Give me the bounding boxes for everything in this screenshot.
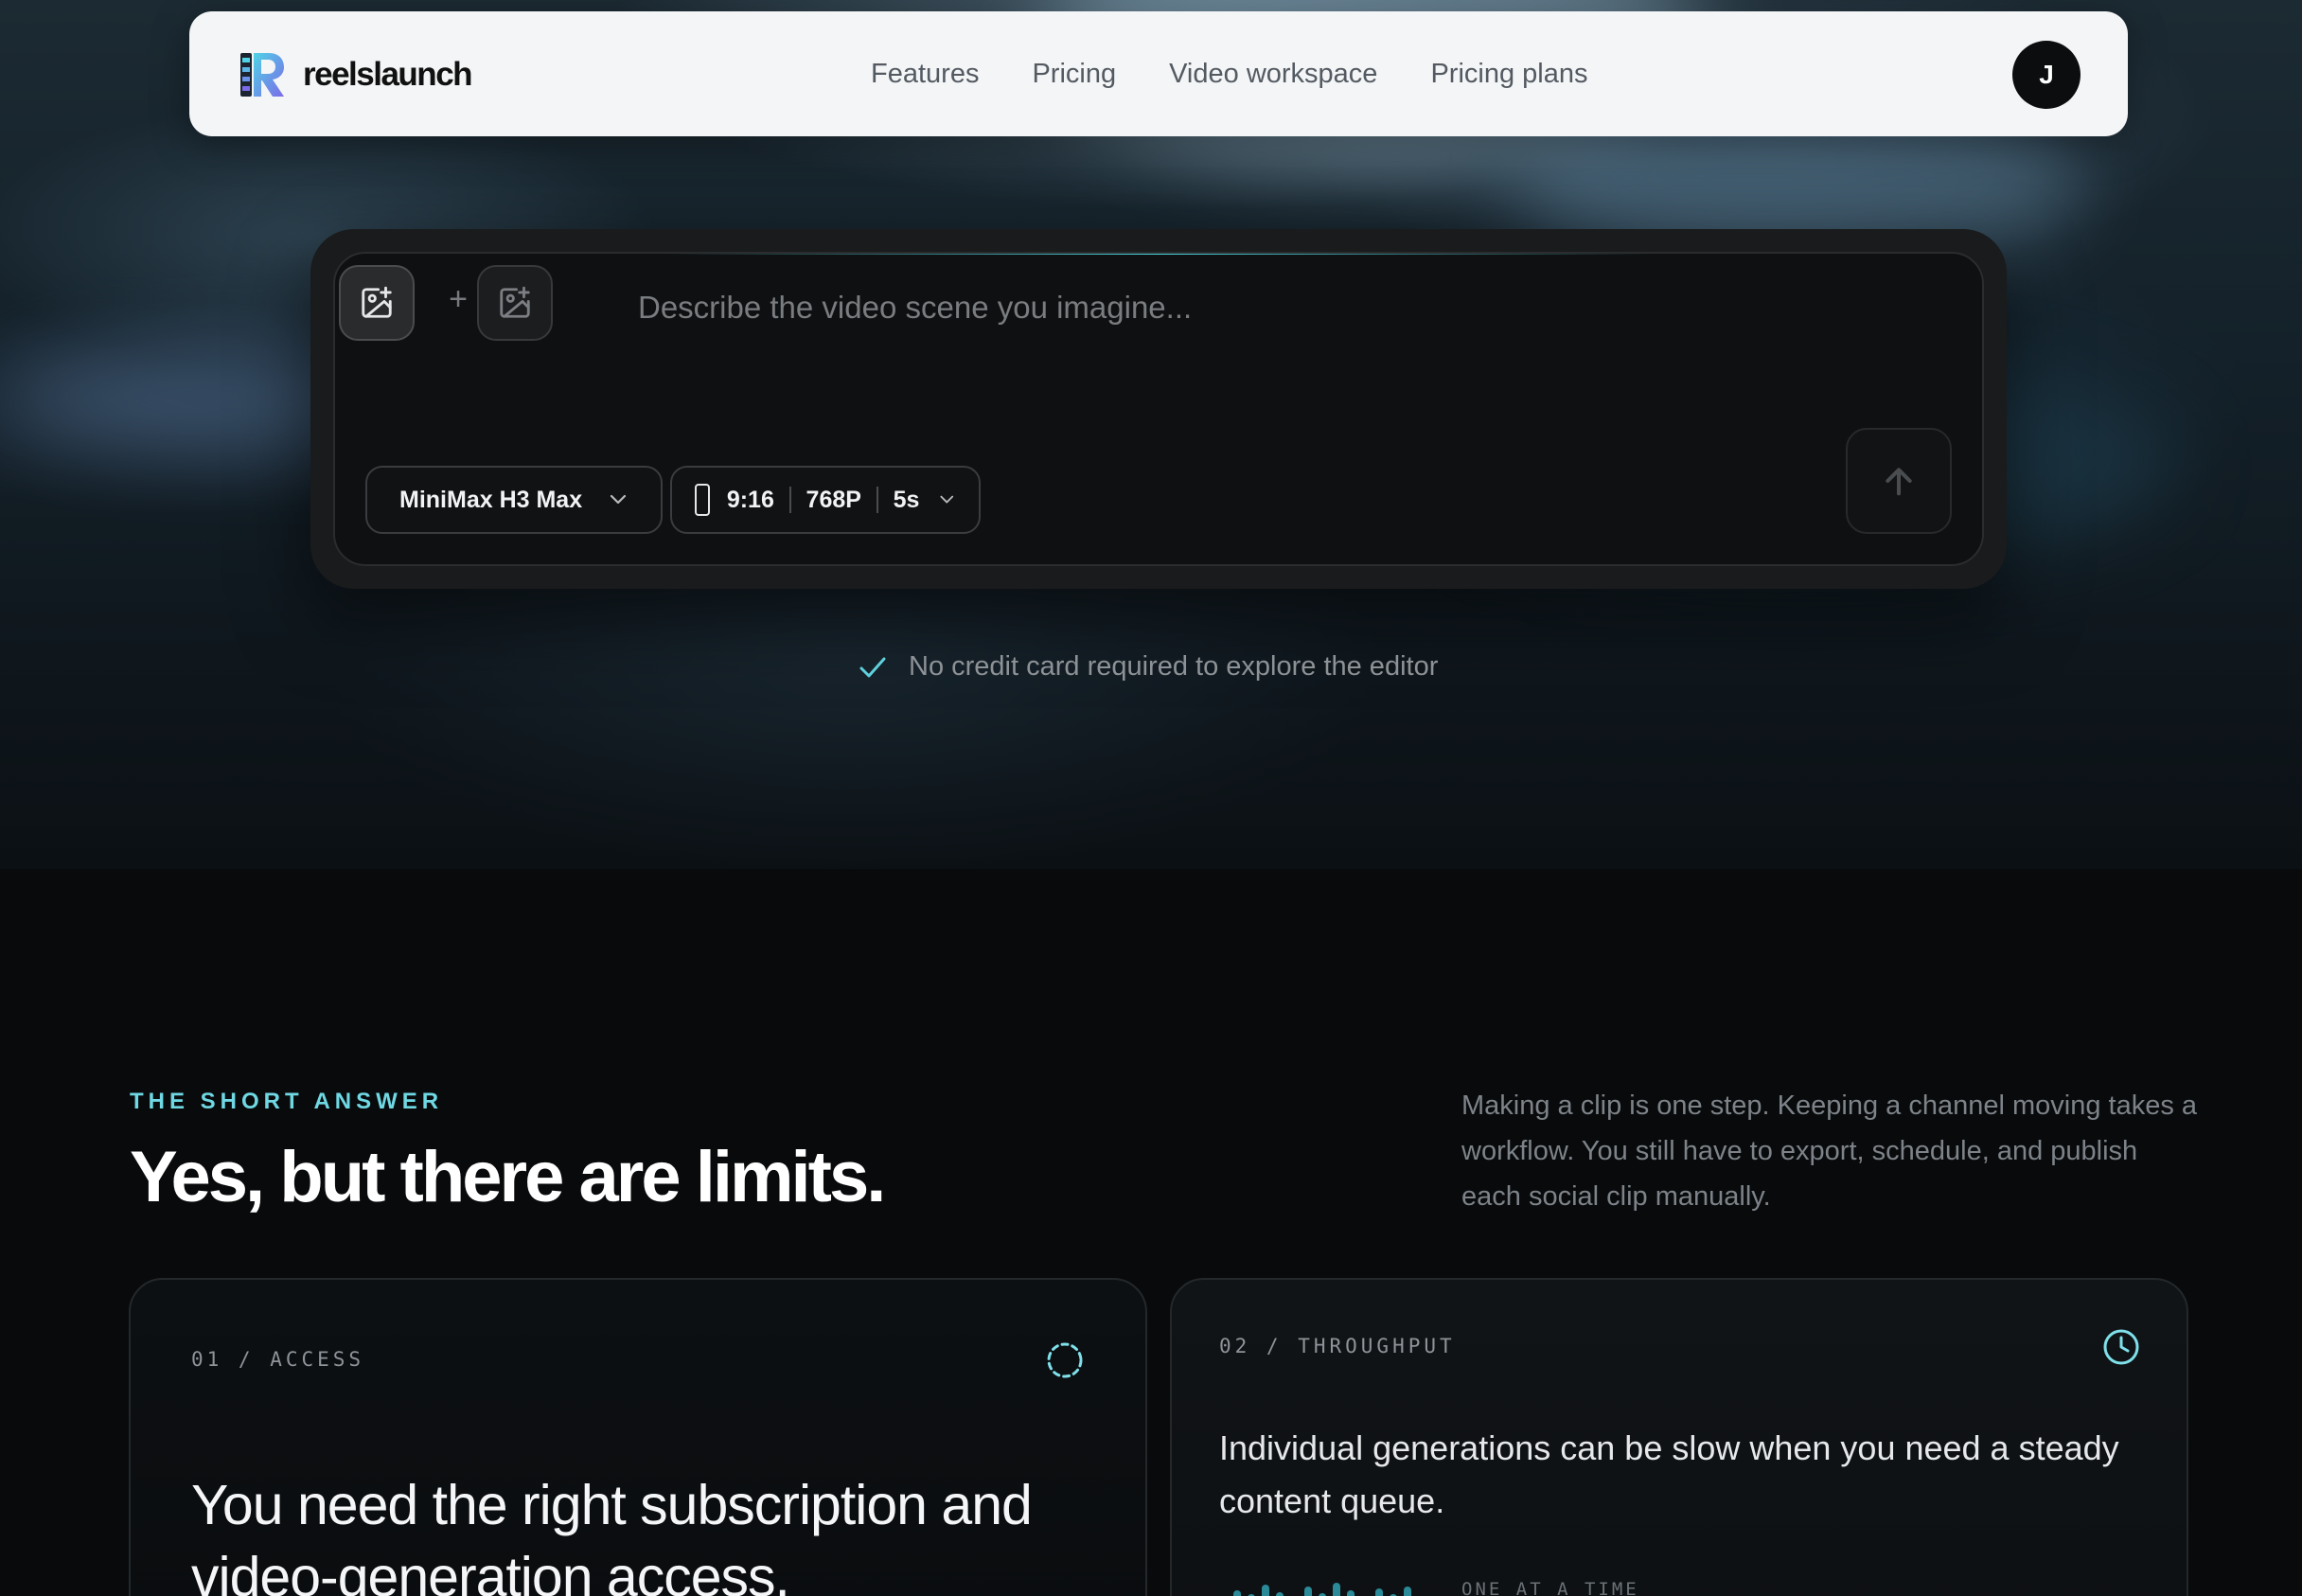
bar [1347, 1590, 1355, 1596]
divider [876, 487, 878, 513]
section-eyebrow: THE SHORT ANSWER [130, 1089, 444, 1114]
throughput-bars [1219, 1569, 1411, 1596]
brand[interactable]: reelslaunch [239, 49, 473, 100]
bar [1304, 1587, 1312, 1596]
card-title: Individual generations can be slow when … [1219, 1428, 2119, 1520]
add-start-image-button[interactable] [339, 265, 415, 341]
nav-link-pricing[interactable]: Pricing [1032, 59, 1116, 90]
nav-link-video-workspace[interactable]: Video workspace [1169, 59, 1377, 90]
page: reelslaunch Features Pricing Video works… [0, 0, 2302, 1596]
bar [1375, 1588, 1383, 1596]
section-headline: Yes, but there are limits. [130, 1137, 886, 1217]
prompt-card-glow [664, 254, 1653, 255]
no-credit-card-note: No credit card required to explore the e… [858, 651, 1438, 683]
generate-button[interactable] [1846, 428, 1952, 534]
prompt-card [310, 229, 2007, 589]
portrait-ratio-icon [695, 484, 710, 516]
duration-value: 5s [893, 486, 920, 513]
image-plus-icon [500, 286, 530, 318]
card-title: You need the right subscription and vide… [191, 1474, 1033, 1596]
throughput-card: 02 / THROUGHPUT Individual generations c… [1170, 1278, 2188, 1596]
check-icon [859, 657, 886, 677]
resolution-value: 768P [806, 486, 861, 513]
bar [1404, 1587, 1411, 1596]
aspect-ratio-value: 9:16 [726, 486, 774, 513]
user-avatar[interactable]: J [2012, 41, 2081, 109]
clock-icon [2103, 1329, 2139, 1365]
access-card: 01 / ACCESS You need the right subscript… [129, 1278, 1147, 1596]
throughput-caption: ONE AT A TIME [1461, 1579, 1639, 1596]
card-label: 02 / THROUGHPUT [1219, 1335, 1456, 1357]
bar [1276, 1592, 1284, 1596]
brand-name: reelslaunch [303, 56, 473, 93]
image-join-plus: + [449, 281, 468, 317]
section-side-copy: Making a clip is one step. Keeping a cha… [1461, 1091, 2198, 1212]
note-text: No credit card required to explore the e… [909, 651, 1439, 682]
arrow-up-icon [1886, 468, 1912, 496]
video-settings-select[interactable]: 9:16 768P 5s [670, 466, 981, 534]
bar [1233, 1590, 1241, 1596]
model-select-value: MiniMax H3 Max [399, 486, 583, 513]
nav-link-features[interactable]: Features [871, 59, 979, 90]
image-plus-icon [362, 286, 392, 318]
reelslaunch-logo-icon [240, 53, 284, 97]
model-select[interactable]: MiniMax H3 Max [365, 466, 663, 534]
nav-links: Features Pricing Video workspace Pricing… [871, 11, 1587, 136]
chevron-down-icon [940, 495, 954, 504]
card-label: 01 / ACCESS [191, 1348, 365, 1371]
nav-link-pricing-plans[interactable]: Pricing plans [1430, 59, 1587, 90]
bar [1262, 1585, 1269, 1596]
dashed-circle-icon [1047, 1342, 1083, 1378]
add-end-image-button[interactable] [477, 265, 553, 341]
prompt-input[interactable]: Describe the video scene you imagine... [638, 290, 1192, 326]
bar [1333, 1583, 1340, 1596]
top-navigation: reelslaunch Features Pricing Video works… [189, 11, 2128, 136]
chevron-down-icon [610, 494, 627, 505]
divider [788, 487, 791, 513]
